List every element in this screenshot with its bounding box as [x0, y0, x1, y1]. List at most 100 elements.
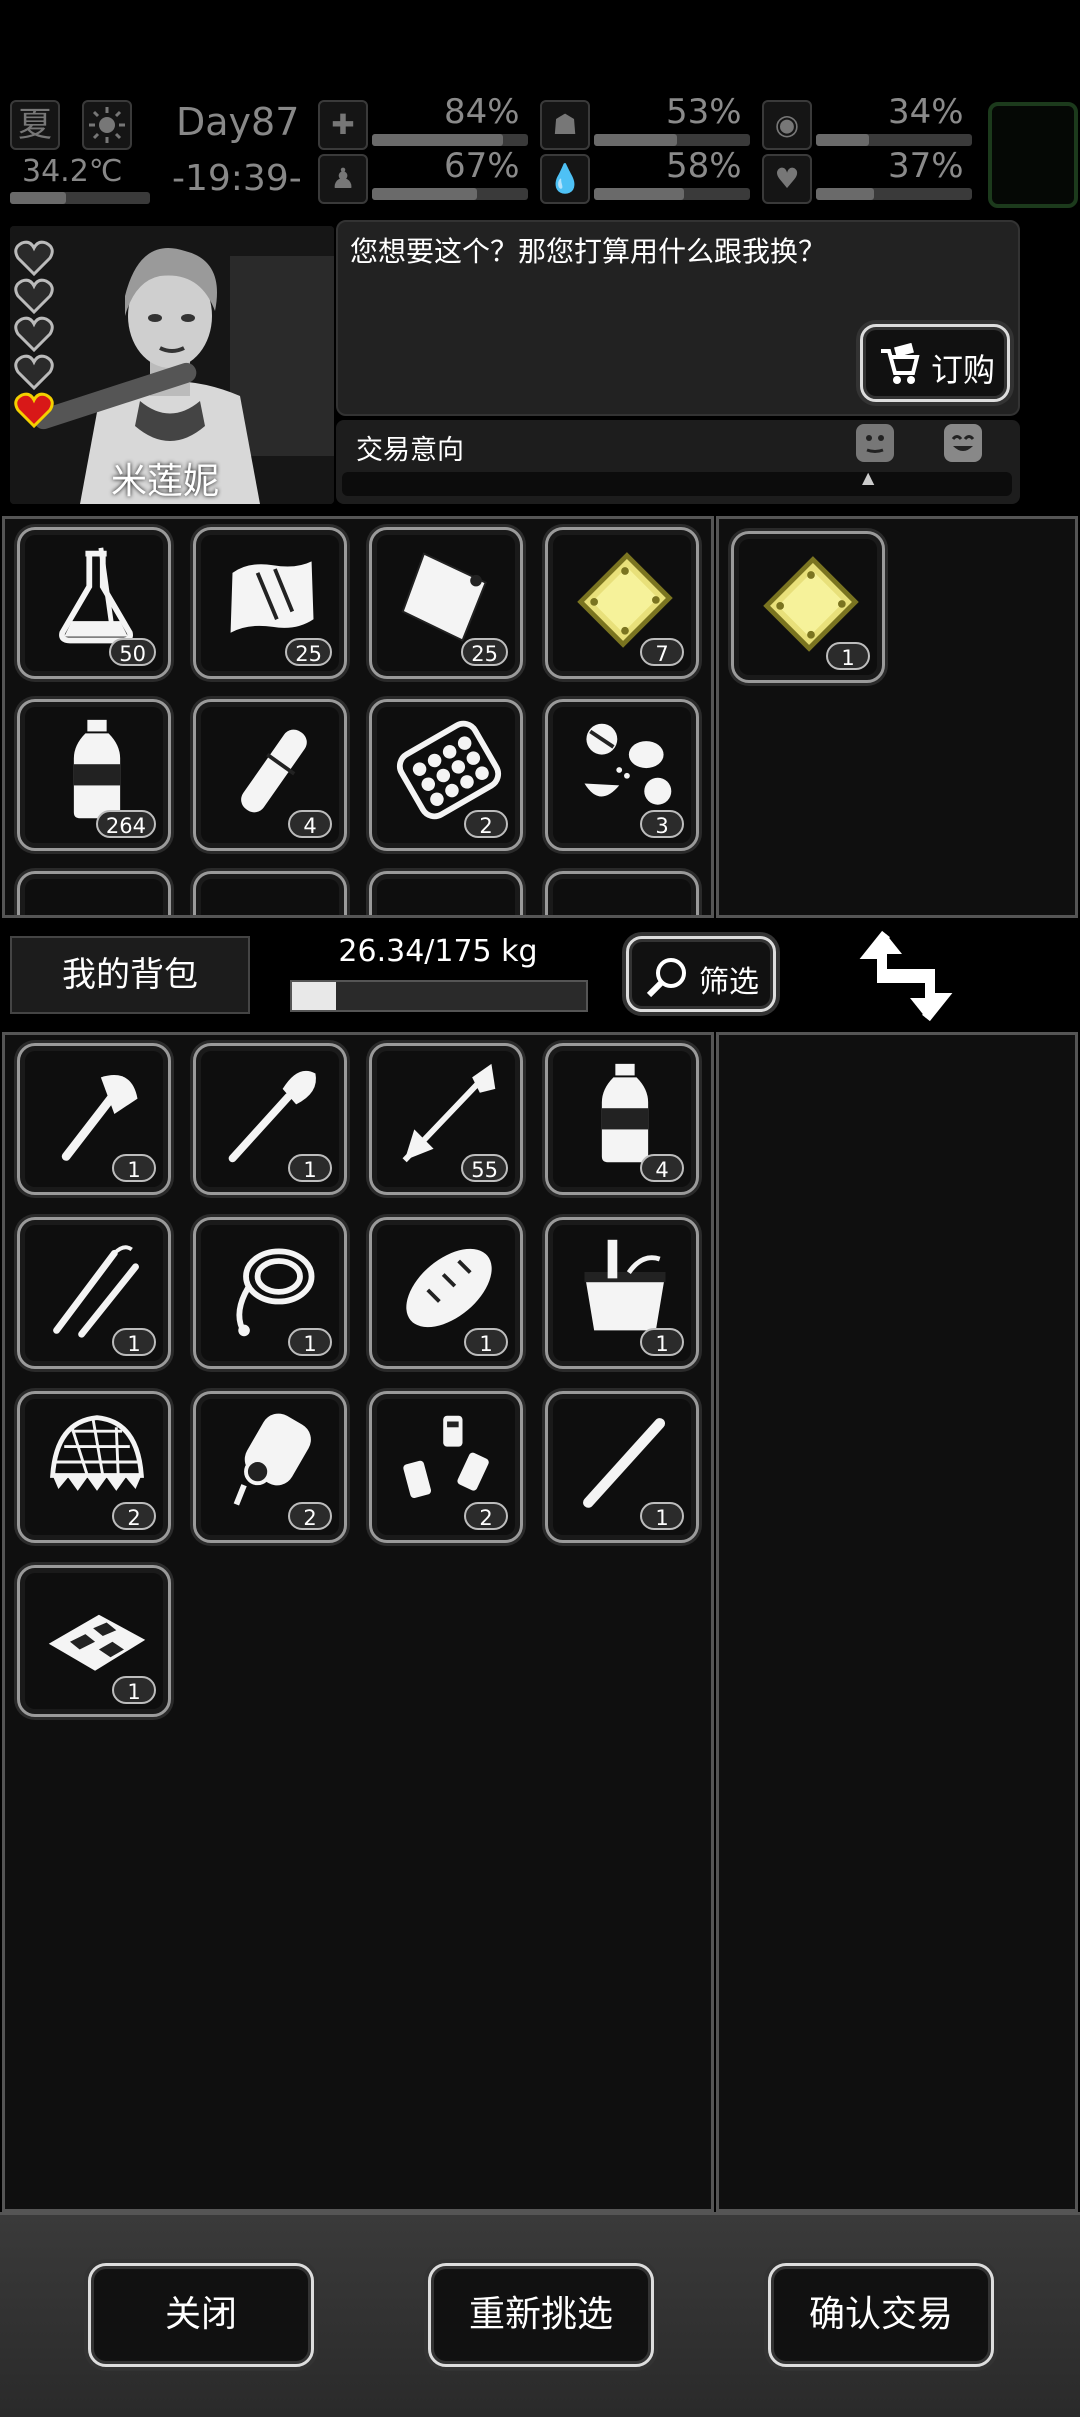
- axe-icon: [61, 1075, 138, 1161]
- bucket-icon: [584, 1239, 666, 1331]
- stomach-icon: ☗: [540, 100, 590, 150]
- stat-bar: [594, 134, 750, 146]
- trader-item-slot[interactable]: 4: [193, 699, 347, 851]
- confirm-label: 确认交易: [808, 2294, 953, 2335]
- backpack-item-slot[interactable]: 1: [193, 1217, 347, 1369]
- backpack-item-slot[interactable]: 2: [369, 1391, 523, 1543]
- flask-icon: [59, 547, 133, 644]
- pill-blister-icon: [396, 720, 502, 820]
- confirm-trade-button[interactable]: 确认交易: [768, 2263, 994, 2367]
- heart-icon: ♥: [762, 154, 812, 204]
- happy-face-icon: [944, 424, 982, 462]
- item-count-badge: 50: [109, 638, 156, 666]
- trader-item-slot[interactable]: 25: [193, 527, 347, 679]
- backpack-item-slot[interactable]: 1: [17, 1217, 171, 1369]
- medkit-icon: ✚: [318, 100, 368, 150]
- filter-label: 筛选: [699, 965, 759, 1000]
- stat-bar: [372, 134, 528, 146]
- item-count-badge: 2: [464, 810, 508, 838]
- close-button[interactable]: 关闭: [88, 2263, 314, 2367]
- small-bottles-icon: [403, 1415, 489, 1499]
- affection-heart-icon: [14, 392, 54, 432]
- water-drop-icon: 💧: [540, 154, 590, 204]
- trader-item-slot[interactable]: [545, 871, 699, 915]
- backpack-title: 我的背包: [62, 955, 198, 995]
- item-count-badge: 25: [285, 638, 332, 666]
- item-count-badge: 1: [288, 1328, 332, 1356]
- backpack-inventory-panel: 1 1 55 4 1 1 1 1 2 2 2 1 1: [2, 1032, 714, 2212]
- selected-item-slot[interactable]: 1: [731, 531, 885, 683]
- trader-item-slot[interactable]: [17, 871, 171, 915]
- item-count-badge: 1: [640, 1328, 684, 1356]
- backpack-item-slot[interactable]: 1: [17, 1565, 171, 1717]
- backpack-offer-panel: [716, 1032, 1078, 2212]
- trader-item-slot[interactable]: 2: [369, 699, 523, 851]
- trade-intent-bar: [342, 472, 1012, 496]
- tray-icon: [48, 1614, 146, 1671]
- trader-item-slot[interactable]: 264: [17, 699, 171, 851]
- gold-plate-icon: [763, 556, 859, 652]
- affection-heart-icon: [14, 354, 54, 394]
- trader-item-slot[interactable]: 7: [545, 527, 699, 679]
- stat-value: 84%: [444, 92, 520, 132]
- item-count-badge: 2: [112, 1502, 156, 1530]
- trader-item-slot[interactable]: 3: [545, 699, 699, 851]
- minimap-frame[interactable]: [988, 102, 1078, 208]
- bread-icon: [406, 1248, 492, 1328]
- glue-bottle-icon: [233, 1413, 311, 1506]
- backpack-item-slot[interactable]: 1: [545, 1391, 699, 1543]
- backpack-item-slot[interactable]: 1: [193, 1043, 347, 1195]
- item-count-badge: 1: [112, 1676, 156, 1704]
- swap-arrows-icon[interactable]: [856, 928, 956, 1024]
- reselect-label: 重新挑选: [468, 2294, 613, 2335]
- backpack-item-slot[interactable]: 55: [369, 1043, 523, 1195]
- trader-item-slot[interactable]: [369, 871, 523, 915]
- footer-bar: 关闭 重新挑选 确认交易: [0, 2212, 1080, 2417]
- backpack-title-box: 我的背包: [10, 936, 250, 1014]
- tweezers-icon: [53, 1245, 139, 1338]
- cloth-icon: [230, 561, 314, 633]
- trader-item-grid: 50 25 25 7 264 4 2 3: [5, 519, 711, 915]
- dialog-text: 您想要这个？那您打算用什么跟我换？: [350, 235, 827, 268]
- backpack-item-slot[interactable]: 2: [17, 1391, 171, 1543]
- backpack-item-slot[interactable]: 1: [545, 1217, 699, 1369]
- item-count-badge: 1: [112, 1328, 156, 1356]
- order-button[interactable]: 订购: [860, 324, 1010, 402]
- item-count-badge: 264: [95, 810, 156, 838]
- filter-button[interactable]: 筛选: [626, 936, 776, 1012]
- item-count-badge: 1: [112, 1154, 156, 1182]
- item-count-badge: 1: [288, 1154, 332, 1182]
- shopping-cart-icon: [877, 342, 921, 391]
- backpack-item-slot[interactable]: 1: [369, 1217, 523, 1369]
- stat-bar: [816, 134, 972, 146]
- stat-value: 34%: [888, 92, 964, 132]
- backpack-item-slot[interactable]: 4: [545, 1043, 699, 1195]
- magnifier-icon: [645, 955, 689, 1003]
- bandage-roll-icon: [241, 729, 307, 813]
- item-count-badge: 1: [640, 1502, 684, 1530]
- weight-bar-fill: [292, 982, 337, 1010]
- affection-heart-icon: [14, 278, 54, 318]
- trade-intent-panel: 交易意向 ▲: [336, 420, 1020, 504]
- item-count-badge: 2: [288, 1502, 332, 1530]
- trader-item-slot[interactable]: 50: [17, 527, 171, 679]
- rope-icon: [236, 1248, 315, 1337]
- affection-hearts: [14, 240, 60, 440]
- backpack-item-slot[interactable]: 1: [17, 1043, 171, 1195]
- stat-bar: [372, 188, 528, 200]
- shovel-icon: [228, 1070, 316, 1163]
- item-count-badge: 3: [640, 810, 684, 838]
- trader-item-slot[interactable]: 25: [369, 527, 523, 679]
- bag-icon: [401, 552, 487, 642]
- pills-icon: [584, 723, 672, 805]
- stat-value: 58%: [666, 146, 742, 186]
- trade-intent-label: 交易意向: [356, 435, 464, 466]
- close-label: 关闭: [164, 2294, 237, 2335]
- npc-name: 米莲妮: [110, 461, 219, 502]
- trader-item-slot[interactable]: [193, 871, 347, 915]
- stick-icon: [583, 1418, 666, 1508]
- backpack-item-slot[interactable]: 2: [193, 1391, 347, 1543]
- net-icon: [50, 1415, 144, 1491]
- affection-heart-icon: [14, 240, 54, 280]
- reselect-button[interactable]: 重新挑选: [428, 2263, 654, 2367]
